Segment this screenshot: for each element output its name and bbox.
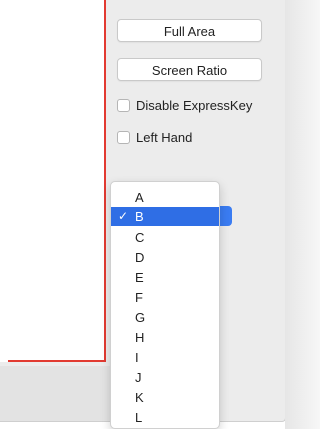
menu-item-label: B <box>135 209 144 224</box>
menu-item-h[interactable]: H <box>111 328 219 347</box>
menu-item-label: C <box>135 230 145 245</box>
menu-item-label: D <box>135 250 145 265</box>
menu-item-l[interactable]: L <box>111 408 219 427</box>
menu-item-k[interactable]: K <box>111 388 219 407</box>
disable-expresskey-checkbox[interactable] <box>117 98 130 112</box>
menu-item-label: K <box>135 390 144 405</box>
menu-item-e[interactable]: E <box>111 268 219 287</box>
menu-item-label: J <box>135 370 142 385</box>
full-area-button[interactable]: Full Area <box>117 19 262 42</box>
menu-item-c[interactable]: C <box>111 228 219 247</box>
checkmark-icon: ✓ <box>118 209 129 223</box>
menu-item-label: A <box>135 190 144 205</box>
menu-item-label: I <box>135 350 139 365</box>
dropdown-menu: A ✓ B C D E F G H I J K L <box>110 181 220 429</box>
menu-item-d[interactable]: D <box>111 248 219 267</box>
menu-item-g[interactable]: G <box>111 308 219 327</box>
left-hand-label: Left Hand <box>136 129 193 145</box>
menu-item-i[interactable]: I <box>111 348 219 367</box>
tablet-mapping-preview <box>0 0 105 362</box>
background-edge <box>285 0 320 429</box>
menu-item-label: G <box>135 310 146 325</box>
screen-ratio-button[interactable]: Screen Ratio <box>117 58 262 81</box>
mapping-area-bottom-edge[interactable] <box>8 360 106 362</box>
left-hand-row[interactable]: Left Hand <box>117 128 192 146</box>
disable-expresskey-label: Disable ExpressKey <box>136 97 253 113</box>
menu-item-f[interactable]: F <box>111 288 219 307</box>
menu-item-a[interactable]: A <box>111 188 219 207</box>
menu-item-b[interactable]: ✓ B <box>111 207 219 226</box>
menu-item-j[interactable]: J <box>111 368 219 387</box>
mapping-area-right-edge[interactable] <box>104 0 106 362</box>
menu-item-label: E <box>135 270 144 285</box>
menu-item-label: L <box>135 410 143 425</box>
disable-expresskey-row[interactable]: Disable ExpressKey <box>117 96 252 114</box>
menu-item-label: F <box>135 290 143 305</box>
left-hand-checkbox[interactable] <box>117 130 130 144</box>
menu-item-label: H <box>135 330 145 345</box>
